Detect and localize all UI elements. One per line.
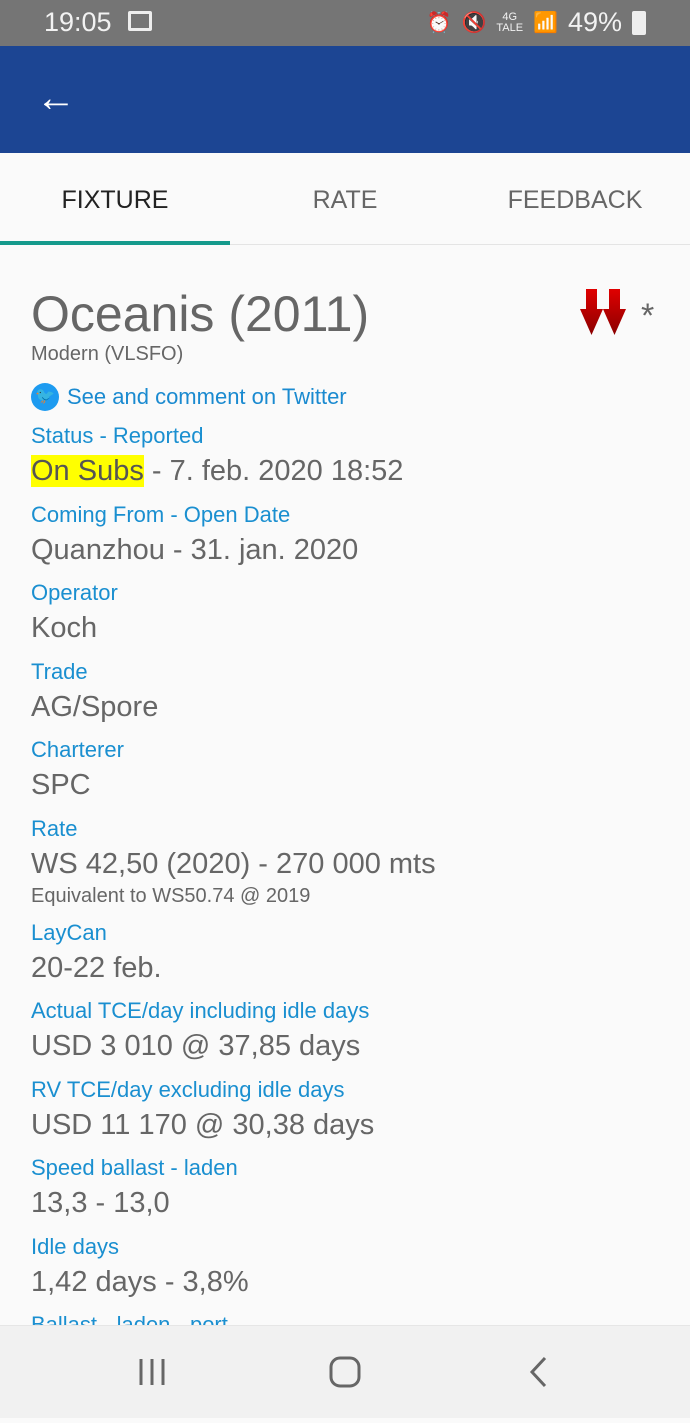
battery-percent: 49% (567, 7, 622, 37)
tab-bar: FIXTURE RATE FEEDBACK (0, 153, 690, 245)
field-actual-tce: Actual TCE/day including idle days USD 3… (31, 998, 369, 1063)
tab-fixture[interactable]: FIXTURE (0, 153, 230, 245)
field-label: Operator (31, 580, 118, 605)
system-nav-bar (0, 1326, 690, 1418)
twitter-icon: 🐦 (31, 383, 59, 411)
alarm-icon: ⏰ (426, 12, 452, 34)
vessel-subtitle: Modern (VLSFO) (31, 343, 184, 365)
field-laycan: LayCan 20-22 feb. (31, 920, 162, 985)
home-button[interactable] (285, 1326, 405, 1418)
field-status: Status - Reported On Subs - 7. feb. 2020… (31, 423, 403, 488)
status-bar: 19:05 ⏰ 🔇 4G TALE 📶 49% (0, 0, 690, 46)
status-badge: On Subs (31, 455, 144, 487)
double-down-arrow-icon (580, 289, 626, 335)
field-rv-tce: RV TCE/day excluding idle days USD 11 17… (31, 1077, 374, 1142)
vessel-title: Oceanis (2011) (31, 286, 370, 342)
tab-feedback[interactable]: FEEDBACK (460, 153, 690, 245)
field-operator: Operator Koch (31, 580, 118, 645)
home-icon (329, 1356, 361, 1388)
field-value: USD 3 010 @ 37,85 days (31, 1030, 361, 1062)
field-note: Equivalent to WS50.74 @ 2019 (31, 885, 311, 907)
field-label: LayCan (31, 920, 107, 945)
back-icon (529, 1356, 547, 1388)
tab-rate[interactable]: RATE (230, 153, 460, 245)
field-value: WS 42,50 (2020) - 270 000 mts (31, 848, 436, 880)
mute-icon: 🔇 (461, 12, 487, 34)
field-idle-days: Idle days 1,42 days - 3,8% (31, 1234, 249, 1299)
field-value: 1,42 days - 3,8% (31, 1266, 249, 1298)
marker: * (641, 297, 655, 335)
field-label: Status - Reported (31, 423, 204, 448)
twitter-link-label: See and comment on Twitter (67, 384, 347, 409)
wifi-icon: 📶 (533, 12, 558, 34)
field-label: Speed ballast - laden (31, 1155, 238, 1180)
field-label: Charterer (31, 737, 124, 762)
clock: 19:05 (44, 7, 112, 37)
field-label: Coming From - Open Date (31, 502, 291, 527)
field-value: 13,3 - 13,0 (31, 1187, 170, 1219)
app-bar: ← (0, 46, 690, 153)
field-value: Koch (31, 612, 98, 644)
field-value: USD 11 170 @ 30,38 days (31, 1109, 375, 1141)
field-value: Quanzhou - 31. jan. 2020 (31, 534, 359, 566)
field-label: Idle days (31, 1234, 120, 1259)
field-label: RV TCE/day excluding idle days (31, 1077, 345, 1102)
field-value: AG/Spore (31, 691, 159, 723)
recent-apps-button[interactable] (92, 1326, 212, 1418)
field-speed: Speed ballast - laden 13,3 - 13,0 (31, 1155, 238, 1220)
back-button[interactable] (478, 1326, 598, 1418)
twitter-link[interactable]: 🐦 See and comment on Twitter (31, 383, 347, 411)
field-value: 20-22 feb. (31, 952, 162, 984)
field-coming-from: Coming From - Open Date Quanzhou - 31. j… (31, 502, 358, 567)
network-sub: TALE (496, 21, 524, 34)
field-label: Actual TCE/day including idle days (31, 998, 370, 1023)
cast-icon (128, 11, 152, 31)
field-trade: Trade AG/Spore (31, 659, 158, 724)
field-label: Rate (31, 816, 78, 841)
recent-apps-icon (139, 1359, 165, 1385)
field-value: - 7. feb. 2020 18:52 (143, 455, 404, 487)
network-indicator: 4G TALE (496, 11, 524, 34)
back-arrow-icon[interactable]: ← (36, 76, 76, 120)
battery-icon (632, 10, 646, 35)
field-value: SPC (31, 769, 91, 801)
field-label: Trade (31, 659, 88, 684)
field-charterer: Charterer SPC (31, 737, 124, 802)
field-rate: Rate WS 42,50 (2020) - 270 000 mts Equiv… (31, 816, 436, 908)
